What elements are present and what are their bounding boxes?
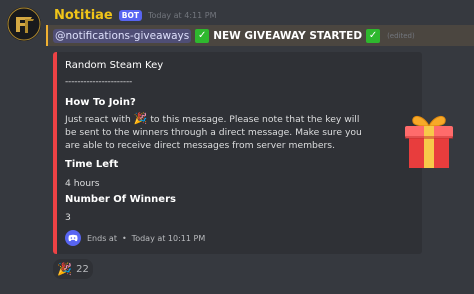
announcement-text: NEW GIVEAWAY STARTED	[213, 29, 363, 42]
notitiae-logo-icon	[7, 7, 41, 41]
field-how-to-join-value: Just react with 🎉 to this message. Pleas…	[65, 112, 370, 152]
party-popper-icon: 🎉	[57, 262, 73, 276]
role-mention[interactable]: @notifications-giveaways	[53, 28, 192, 43]
field-winners-name: Number Of Winners	[65, 194, 176, 205]
desc-part1: Just react with	[65, 114, 131, 125]
author-name[interactable]: Notitiae	[54, 8, 113, 23]
bot-tag: BOT	[118, 10, 142, 21]
message-content: @notifications-giveaways ✓ NEW GIVEAWAY …	[46, 25, 474, 46]
footer-separator: •	[121, 233, 127, 243]
embed-title: Random Steam Key	[65, 60, 164, 71]
field-time-left-name: Time Left	[65, 159, 119, 170]
reaction-count: 22	[76, 263, 89, 275]
white-check-mark-icon: ✓	[195, 28, 210, 43]
party-popper-icon: 🎉	[133, 112, 148, 125]
footer-end-time: Today at 10:11 PM	[131, 233, 206, 243]
bot-avatar[interactable]	[7, 7, 41, 41]
embed-footer: Ends at • Today at 10:11 PM	[65, 230, 205, 246]
message-timestamp: Today at 4:11 PM	[147, 11, 217, 20]
party-reaction-button[interactable]: 🎉 22	[53, 259, 93, 279]
field-time-left-value: 4 hours	[65, 178, 100, 189]
field-how-to-join-name: How To Join?	[65, 97, 136, 108]
embed-divider: ----------------------	[65, 77, 133, 87]
footer-ends-label: Ends at	[87, 233, 117, 243]
discord-icon	[65, 230, 81, 246]
gift-icon	[405, 116, 453, 168]
white-check-mark-icon: ✓	[366, 28, 381, 43]
field-winners-value: 3	[65, 212, 71, 223]
edited-label: (edited)	[387, 31, 415, 40]
giveaway-embed: Random Steam Key ---------------------- …	[53, 52, 453, 254]
message-header: Notitiae BOT Today at 4:11 PM	[54, 8, 216, 23]
